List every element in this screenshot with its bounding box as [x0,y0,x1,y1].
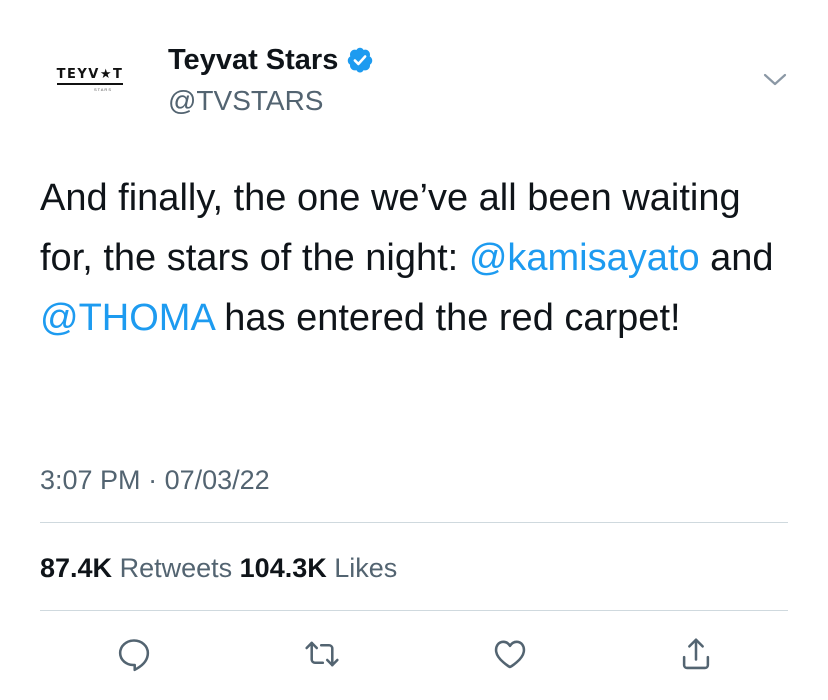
handle[interactable]: @TVSTARS [168,84,323,118]
tweet-text-part: has entered the red carpet! [213,297,681,339]
divider [40,522,788,523]
tweet-time: 3:07 PM [40,465,141,495]
tweet-text: And finally, the one we’ve all been wait… [40,168,800,348]
likes-stat[interactable]: 104.3K Likes [240,553,398,583]
like-button[interactable] [488,632,532,676]
likes-label: Likes [334,553,398,583]
divider [40,610,788,611]
verified-badge-icon [348,47,373,73]
retweets-label: Retweets [119,553,233,583]
share-button[interactable] [674,632,718,676]
comment-icon [118,639,150,672]
meta-separator: · [140,465,165,495]
heart-icon [494,640,526,669]
likes-count: 104.3K [239,553,327,583]
mention-link[interactable]: @kamisayato [469,237,700,279]
tweet-date: 07/03/22 [164,465,270,495]
tweet-text-part: and [699,237,774,279]
retweet-button[interactable] [300,632,344,676]
display-name[interactable]: Teyvat Stars [168,42,338,78]
avatar[interactable]: TEYV★T STARS [38,46,142,114]
tweet-timestamp[interactable]: 3:07 PM · 07/03/22 [40,462,270,498]
mention-link[interactable]: @THOMA [40,297,214,339]
logo-text: TEYV★T [56,68,124,85]
reply-button[interactable] [112,632,156,676]
action-bar [0,632,828,682]
logo-subtext: STARS [93,87,112,92]
engagement-stats: 87.4K Retweets 104.3K Likes [40,550,397,586]
retweets-stat[interactable]: 87.4K Retweets [40,553,232,583]
retweet-icon [305,641,339,667]
share-icon [682,638,710,670]
retweets-count: 87.4K [40,553,113,583]
chevron-down-icon[interactable] [760,64,790,94]
tweet: TEYV★T STARS Teyvat Stars @TVSTARS And f… [0,0,828,700]
author-row: Teyvat Stars [168,42,374,78]
